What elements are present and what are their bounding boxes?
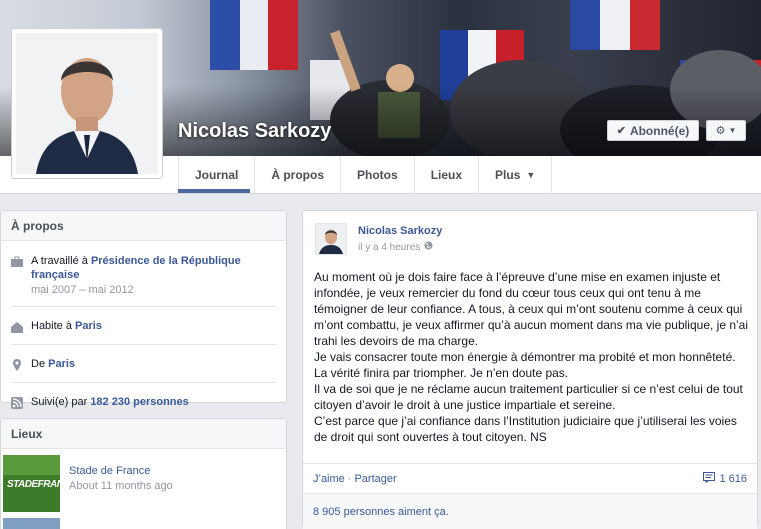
work-prefix: A travaillé à bbox=[31, 255, 88, 267]
post-paragraph: Je vais consacrer toute mon énergie à dé… bbox=[314, 350, 736, 380]
tab-more[interactable]: Plus ▼ bbox=[478, 156, 553, 194]
post-time-link[interactable]: il y a 4 heures bbox=[358, 242, 420, 253]
followers-prefix: Suivi(e) par bbox=[31, 396, 88, 408]
places-card-title: Lieux bbox=[1, 419, 286, 449]
check-icon: ✔ bbox=[616, 125, 626, 137]
profile-portrait bbox=[16, 33, 158, 174]
active-tab-indicator bbox=[178, 189, 250, 193]
tab-photos[interactable]: Photos bbox=[340, 156, 414, 194]
place-time: About 11 months ago bbox=[69, 480, 173, 492]
post-author-avatar[interactable] bbox=[315, 223, 347, 255]
place-item[interactable]: STADEFRANCE Stade de France About 11 mon… bbox=[1, 455, 286, 512]
about-work: A travaillé à Présidence de la Républiqu… bbox=[1, 254, 286, 296]
profile-picture[interactable] bbox=[11, 28, 163, 179]
tab-label: Journal bbox=[195, 168, 239, 182]
lives-prefix: Habite à bbox=[31, 320, 72, 332]
places-card: Lieux STADEFRANCE Stade de France About … bbox=[0, 418, 287, 529]
share-button[interactable]: Partager bbox=[354, 473, 396, 485]
lives-place-link[interactable]: Paris bbox=[75, 320, 102, 332]
portrait-illustration bbox=[16, 33, 158, 174]
about-followers: Suivi(e) par 182 230 personnes bbox=[1, 395, 286, 409]
divider bbox=[11, 344, 276, 345]
comments-link[interactable]: 1 616 bbox=[703, 471, 747, 486]
globe-icon bbox=[424, 241, 433, 253]
place-thumbnail-label: STADEFRANCE bbox=[7, 479, 60, 490]
likes-summary-link[interactable]: 8 905 personnes aiment ça. bbox=[313, 506, 449, 518]
about-from: De Paris bbox=[1, 357, 286, 371]
profile-name: Nicolas Sarkozy bbox=[178, 120, 332, 142]
home-icon bbox=[11, 321, 23, 333]
about-lives: Habite à Paris bbox=[1, 319, 286, 333]
briefcase-icon bbox=[11, 256, 23, 268]
tab-label: Photos bbox=[357, 168, 398, 182]
about-card: À propos A travaillé à Présidence de la … bbox=[0, 210, 287, 409]
about-card-title: À propos bbox=[1, 211, 286, 241]
tab-places[interactable]: Lieux bbox=[413, 156, 478, 194]
like-button[interactable]: J’aime bbox=[313, 473, 345, 485]
work-dates: mai 2007 – mai 2012 bbox=[31, 284, 134, 296]
divider bbox=[11, 382, 276, 383]
post-paragraph: Au moment où je dois faire face à l’épre… bbox=[314, 270, 749, 348]
caret-down-icon: ▼ bbox=[526, 170, 536, 180]
settings-menu-button[interactable]: ⚙ ▼ bbox=[706, 120, 746, 141]
tab-about[interactable]: À propos bbox=[254, 156, 340, 194]
thumb-sky bbox=[3, 455, 60, 475]
comments-count: 1 616 bbox=[719, 472, 747, 485]
avatar-illustration bbox=[316, 224, 346, 254]
post-body: Au moment où je dois faire face à l’épre… bbox=[314, 269, 752, 445]
tab-label: Plus bbox=[495, 168, 521, 182]
post-paragraph: C’est parce que j’ai confiance dans l’In… bbox=[314, 414, 737, 444]
comment-icon bbox=[703, 471, 716, 486]
likes-summary-row: 8 905 personnes aiment ça. bbox=[303, 493, 757, 529]
place-name-link[interactable]: Stade de France bbox=[69, 465, 173, 477]
divider bbox=[11, 306, 276, 307]
timeline-post: Nicolas Sarkozy il y a 4 heures Au momen… bbox=[302, 210, 758, 529]
subscribed-label: Abonné(e) bbox=[629, 123, 690, 138]
rss-icon bbox=[11, 397, 23, 409]
action-separator: · bbox=[347, 472, 352, 485]
subscribed-button[interactable]: ✔ Abonné(e) bbox=[607, 120, 699, 141]
chevron-down-icon: ▼ bbox=[728, 126, 737, 135]
post-meta: il y a 4 heures bbox=[358, 241, 433, 253]
from-place-link[interactable]: Paris bbox=[48, 358, 75, 370]
post-actions: J’aime · Partager 1 616 bbox=[303, 463, 757, 493]
tab-label: À propos bbox=[271, 168, 325, 182]
tab-label: Lieux bbox=[430, 168, 463, 182]
place-thumbnail[interactable]: STADEFRANCE bbox=[3, 455, 60, 512]
gear-icon: ⚙ bbox=[715, 125, 726, 137]
location-pin-icon bbox=[11, 359, 23, 371]
post-paragraph: Il va de soi que je ne réclame aucun tra… bbox=[314, 382, 743, 412]
place-thumbnail-next[interactable] bbox=[3, 518, 60, 529]
from-prefix: De bbox=[31, 358, 46, 370]
post-author-link[interactable]: Nicolas Sarkozy bbox=[358, 225, 442, 237]
followers-count-link[interactable]: 182 230 personnes bbox=[90, 396, 188, 408]
